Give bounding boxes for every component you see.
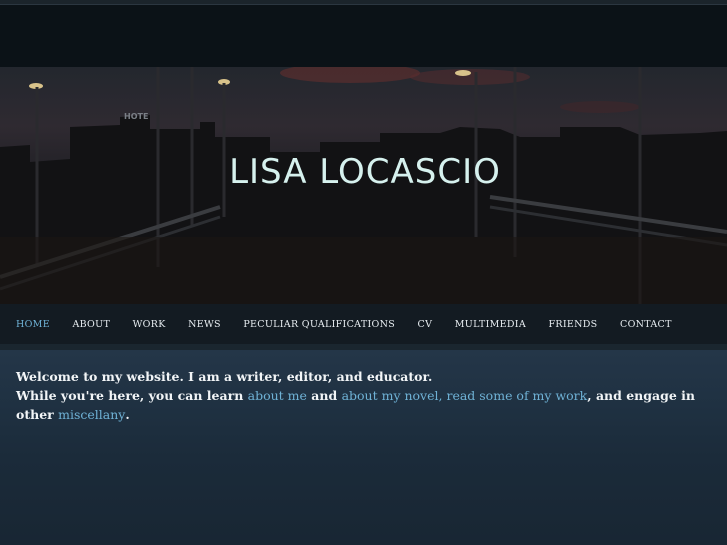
nav-item-work[interactable]: WORK xyxy=(133,319,166,330)
welcome-text: Welcome to my website. I am a writer, ed… xyxy=(16,367,716,424)
nav-item-cv[interactable]: CV xyxy=(418,319,433,330)
svg-text:HOTE: HOTE xyxy=(124,112,148,121)
nav-item-home[interactable]: HOME xyxy=(16,319,50,330)
top-bar xyxy=(0,5,727,67)
welcome-line-2: While you're here, you can learn about m… xyxy=(16,386,716,424)
read-work-link[interactable]: read some of my work xyxy=(446,388,587,403)
nav-item-friends[interactable]: FRIENDS xyxy=(549,319,598,330)
nav-item-contact[interactable]: CONTACT xyxy=(620,319,672,330)
welcome-line-2-prefix: While you're here, you can learn xyxy=(16,388,248,403)
nav-item-news[interactable]: NEWS xyxy=(188,319,221,330)
miscellany-link[interactable]: miscellany xyxy=(58,407,125,422)
about-me-link[interactable]: about me xyxy=(248,388,307,403)
welcome-period: . xyxy=(125,407,130,422)
nav-item-multimedia[interactable]: MULTIMEDIA xyxy=(455,319,526,330)
nav-item-peculiar-qualifications[interactable]: PECULIAR QUALIFICATIONS xyxy=(243,319,395,330)
header-banner: HOTE LISA LOCASCIO xyxy=(0,67,727,304)
site-title: LISA LOCASCIO xyxy=(229,152,501,192)
main-nav: HOME ABOUT WORK NEWS PECULIAR QUALIFICAT… xyxy=(0,304,727,344)
about-novel-link[interactable]: about my novel xyxy=(342,388,439,403)
nav-item-about[interactable]: ABOUT xyxy=(72,319,110,330)
welcome-line-1: Welcome to my website. I am a writer, ed… xyxy=(16,369,433,384)
welcome-and-text: and xyxy=(306,388,342,403)
main-content: Welcome to my website. I am a writer, ed… xyxy=(0,344,727,545)
